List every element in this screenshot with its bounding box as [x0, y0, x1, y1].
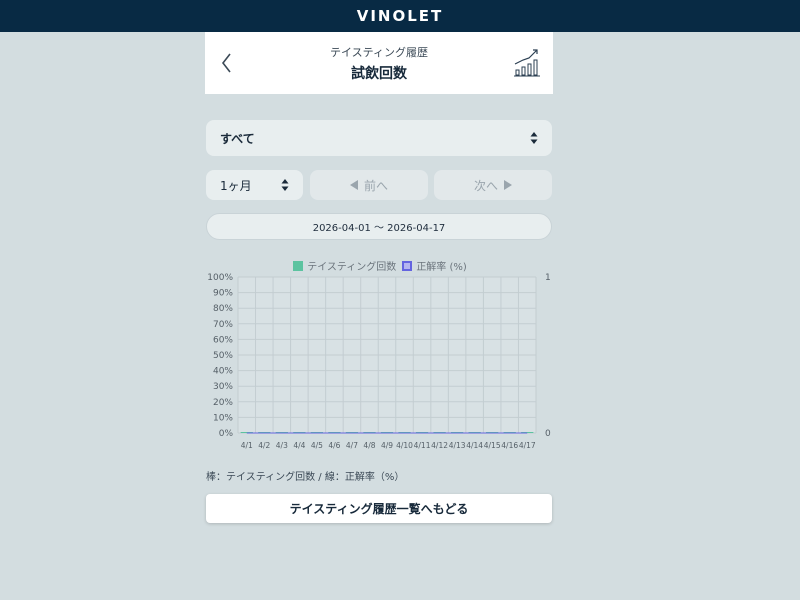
triangle-right-icon [504, 180, 512, 190]
bar-chart-trend-icon [514, 49, 540, 77]
y-tick-label-left: 60% [213, 335, 233, 345]
y-tick-label-left: 30% [213, 382, 233, 392]
x-tick-label: 4/8 [363, 441, 375, 450]
y-tick-label-left: 20% [213, 398, 233, 408]
chart-note: 棒：テイスティング回数 / 線：正解率（%） [206, 472, 405, 483]
x-tick-label: 4/4 [293, 441, 305, 450]
x-tick-label: 4/15 [484, 441, 501, 450]
x-tick-label: 4/1 [241, 441, 253, 450]
next-period-button[interactable]: 次へ [434, 170, 552, 200]
triangle-left-icon [349, 180, 358, 190]
app-header: VINOLET [0, 0, 800, 32]
y-tick-label-right: 1 [545, 273, 551, 283]
y-tick-label-left: 70% [213, 320, 233, 330]
up-down-arrow-icon [281, 179, 289, 191]
page-header: テイスティング履歴 試飲回数 [205, 32, 553, 94]
x-tick-label: 4/11 [414, 441, 431, 450]
x-tick-label: 4/12 [431, 441, 448, 450]
x-tick-label: 4/14 [466, 441, 483, 450]
tasting-chart: テイスティング回数 正解率 (%) 0% 10% 20% 30% 40% 50% 60% 70… [205, 255, 555, 455]
x-tick-label: 4/16 [501, 441, 518, 450]
page-subtitle: テイスティング履歴 [329, 46, 428, 59]
prev-period-button[interactable]: 前へ [310, 170, 428, 200]
chart-plot: 0% 10% 20% 30% 40% 50% 60% 70% 80% 90% 100% 0 1 4/1 4/… [207, 273, 551, 450]
y-tick-label-left: 0% [219, 429, 234, 439]
date-range-text: 2026-04-01 〜 2026-04-17 [312, 223, 446, 234]
y-tick-label-left: 90% [213, 289, 233, 299]
x-tick-label: 4/13 [449, 441, 466, 450]
y-tick-label-left: 80% [213, 304, 233, 314]
x-tick-label: 4/7 [346, 441, 358, 450]
x-tick-label: 4/5 [311, 441, 323, 450]
y-tick-label-left: 50% [213, 351, 233, 361]
x-tick-label: 4/9 [381, 441, 393, 450]
app-title: VINOLET [356, 7, 444, 25]
back-to-list-label: テイスティング履歴一覧へもどる [289, 502, 469, 516]
period-select[interactable]: 1ヶ月 [206, 170, 303, 200]
period-select-value: 1ヶ月 [220, 178, 252, 193]
page-title: 試飲回数 [351, 66, 407, 82]
category-select[interactable]: すべて [206, 120, 552, 156]
y-tick-label-left: 40% [213, 367, 233, 377]
date-range-display: 2026-04-01 〜 2026-04-17 [206, 213, 552, 240]
x-tick-label: 4/10 [396, 441, 413, 450]
back-to-list-button[interactable]: テイスティング履歴一覧へもどる [206, 494, 552, 523]
x-tick-label: 4/2 [258, 441, 270, 450]
y-tick-label-left: 100% [207, 273, 233, 283]
x-tick-label: 4/3 [276, 441, 288, 450]
prev-label: 前へ [363, 178, 388, 193]
x-tick-label: 4/17 [519, 441, 536, 450]
chart-view-button[interactable] [513, 46, 541, 78]
y-tick-label-right: 0 [545, 429, 551, 439]
x-tick-label: 4/6 [328, 441, 340, 450]
up-down-arrow-icon [530, 132, 538, 144]
next-label: 次へ [473, 178, 498, 193]
category-select-value: すべて [220, 131, 255, 146]
y-tick-label-left: 10% [213, 413, 233, 423]
